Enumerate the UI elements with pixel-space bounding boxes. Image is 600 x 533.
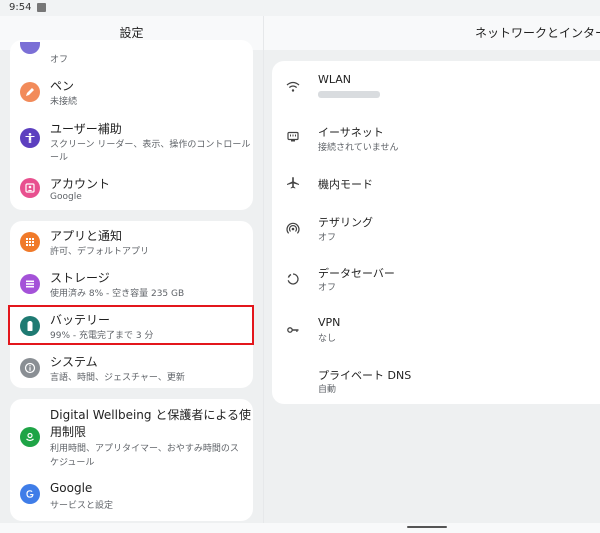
info-icon bbox=[20, 358, 40, 378]
hotspot-icon bbox=[286, 221, 300, 235]
private-dns-subtitle: 自動 bbox=[318, 385, 337, 395]
apps-subtitle: 許可、デフォルトアプリ bbox=[50, 247, 150, 257]
google-icon bbox=[20, 484, 40, 504]
wellbeing-subtitle-line2: ケジュール bbox=[50, 458, 95, 468]
storage-icon bbox=[20, 274, 40, 294]
ethernet-title: イーサネット bbox=[318, 126, 384, 139]
google-title: Google bbox=[50, 481, 93, 495]
data-saver-subtitle: オフ bbox=[318, 283, 337, 293]
pen-subtitle: 未接続 bbox=[50, 97, 78, 107]
wifi-icon bbox=[286, 79, 300, 93]
storage-title: ストレージ bbox=[50, 271, 110, 285]
navigation-bar bbox=[0, 523, 600, 533]
airplane-mode-title: 機内モード bbox=[318, 178, 373, 191]
partial-item-subtitle: オフ bbox=[50, 55, 69, 65]
data-saver-title: データセーバー bbox=[318, 267, 395, 280]
wellbeing-title-line2: 用制限 bbox=[50, 425, 87, 439]
settings-item-google[interactable] bbox=[10, 475, 253, 517]
storage-subtitle: 使用済み 8% - 空き容量 235 GB bbox=[50, 289, 185, 299]
tethering-subtitle: オフ bbox=[318, 233, 337, 243]
wellbeing-title-line1: Digital Wellbeing と保護者による使 bbox=[50, 408, 251, 422]
notification-icon bbox=[37, 3, 46, 12]
account-icon bbox=[20, 178, 40, 198]
status-time: 9:54 bbox=[9, 2, 32, 13]
wlan-network-name-blurred bbox=[318, 91, 380, 98]
accessibility-title: ユーザー補助 bbox=[50, 122, 122, 136]
pen-icon bbox=[20, 82, 40, 102]
pen-title: ペン bbox=[50, 79, 75, 93]
accessibility-icon bbox=[20, 128, 40, 148]
battery-highlight-box bbox=[8, 305, 254, 345]
account-title: アカウント bbox=[50, 177, 111, 191]
status-bar: 9:54 bbox=[0, 0, 600, 16]
settings-item-apps[interactable] bbox=[10, 223, 253, 263]
system-title: システム bbox=[50, 355, 98, 369]
private-dns-title: プライベート DNS bbox=[318, 369, 412, 382]
ethernet-subtitle: 接続されていません bbox=[318, 143, 399, 153]
wellbeing-icon bbox=[20, 427, 40, 447]
home-gesture-handle[interactable] bbox=[407, 526, 447, 528]
vpn-subtitle: なし bbox=[318, 334, 337, 344]
account-subtitle: Google bbox=[50, 192, 82, 202]
apps-icon bbox=[20, 232, 40, 252]
network-item-wlan[interactable] bbox=[272, 63, 600, 109]
settings-item-account[interactable] bbox=[10, 170, 253, 210]
settings-item-pen[interactable] bbox=[10, 73, 253, 117]
network-page-title: ネットワークとインター bbox=[264, 16, 600, 50]
data-saver-icon bbox=[286, 271, 300, 285]
apps-title: アプリと通知 bbox=[50, 229, 123, 243]
google-subtitle: サービスと設定 bbox=[50, 501, 114, 511]
accessibility-subtitle-wrap: ール bbox=[50, 153, 69, 163]
system-subtitle: 言語、時間、ジェスチャー、更新 bbox=[50, 373, 185, 383]
accessibility-subtitle: スクリーン リーダー、表示、操作のコントロール bbox=[50, 140, 251, 150]
vpn-icon bbox=[286, 322, 300, 336]
wellbeing-subtitle-line1: 利用時間、アプリタイマー、おやすみ時間のス bbox=[50, 444, 239, 454]
airplane-icon bbox=[286, 175, 300, 189]
tethering-title: テザリング bbox=[318, 216, 373, 229]
ethernet-icon bbox=[286, 129, 300, 143]
wlan-title: WLAN bbox=[318, 73, 352, 86]
vpn-title: VPN bbox=[318, 316, 341, 329]
